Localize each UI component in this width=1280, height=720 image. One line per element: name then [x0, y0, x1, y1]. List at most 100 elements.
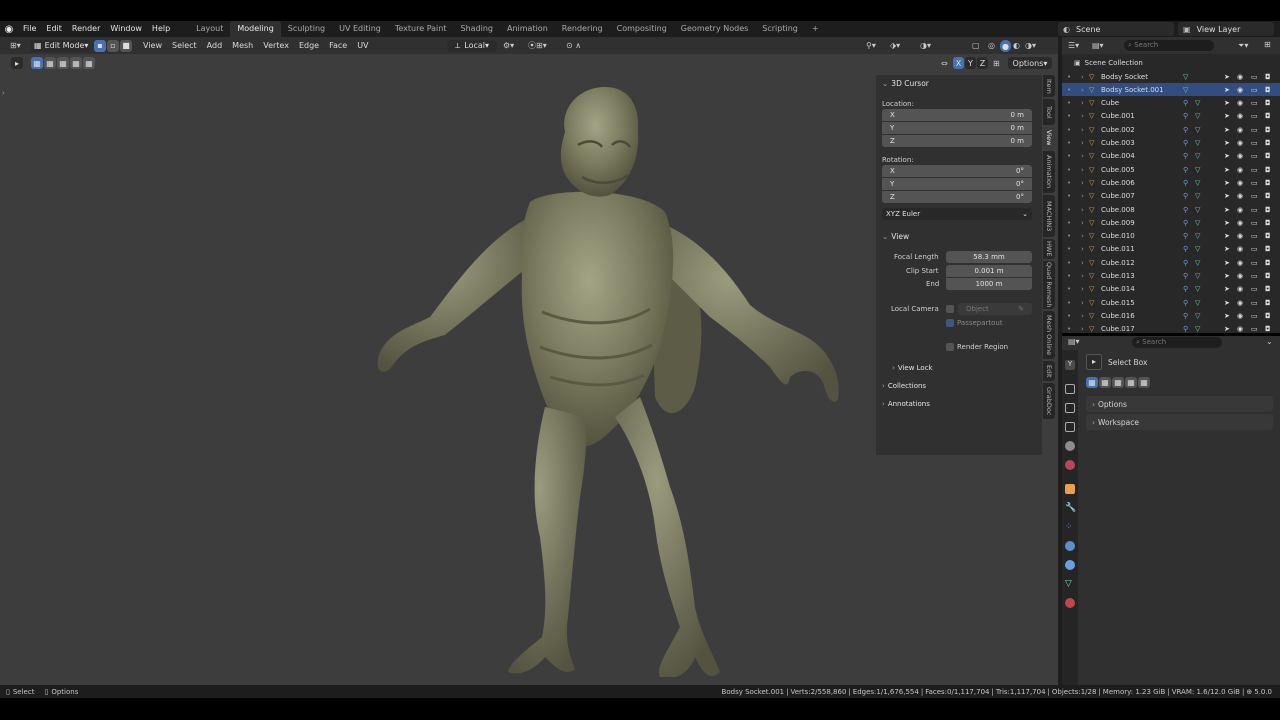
- mirror-icon[interactable]: ⇔: [941, 59, 948, 68]
- options-dropdown[interactable]: Options ▾: [1008, 57, 1052, 69]
- render-region-checkbox[interactable]: [946, 343, 954, 351]
- cursor-section-header[interactable]: ⌄ 3D Cursor: [882, 79, 929, 88]
- rendered-shading-icon[interactable]: ◑▾: [1025, 41, 1036, 50]
- outliner-item[interactable]: • › ▽ Cube.007 ⚲ ▽ ➤ ◉ ▭ ◘: [1062, 190, 1280, 203]
- eye-icon[interactable]: ◉: [1237, 86, 1243, 94]
- expand-arrow-icon[interactable]: ›: [1081, 299, 1089, 307]
- expand-arrow-icon[interactable]: ›: [1081, 206, 1089, 214]
- select-arrow-icon[interactable]: ➤: [1224, 206, 1230, 214]
- viewport-icon[interactable]: ▭: [1251, 112, 1258, 120]
- focal-length-field[interactable]: 58.3 mm: [946, 251, 1032, 263]
- viewport-icon[interactable]: ▭: [1251, 99, 1258, 107]
- sidebar-tab-tool[interactable]: Tool: [1043, 99, 1055, 125]
- snap-icon[interactable]: ⚙▾: [503, 41, 514, 50]
- eye-icon[interactable]: ◉: [1237, 179, 1243, 187]
- world-tab-icon[interactable]: [1065, 460, 1075, 470]
- outliner-item[interactable]: • › ▽ Cube.016 ⚲ ▽ ➤ ◉ ▭ ◘: [1062, 309, 1280, 322]
- expand-arrow-icon[interactable]: ›: [1081, 192, 1089, 200]
- eye-icon[interactable]: ◉: [1237, 259, 1243, 267]
- expand-arrow-icon[interactable]: ›: [1081, 219, 1089, 227]
- local-camera-checkbox[interactable]: [946, 305, 954, 313]
- mode-selector[interactable]: ▦ Edit Mode ▾: [30, 39, 90, 52]
- select-mode-subtract-icon[interactable]: ▦: [57, 57, 69, 69]
- scene-selector[interactable]: ◐ Scene: [1058, 22, 1174, 36]
- viewport-icon[interactable]: ▭: [1251, 152, 1258, 160]
- sidebar-tab-hwe[interactable]: HWE: [1043, 239, 1055, 259]
- select-arrow-icon[interactable]: ➤: [1224, 259, 1230, 267]
- select-arrow-icon[interactable]: ➤: [1224, 73, 1230, 81]
- sidebar-tab-grabdoc[interactable]: GrabDoc: [1043, 383, 1055, 419]
- select-arrow-icon[interactable]: ➤: [1224, 179, 1230, 187]
- camera-icon[interactable]: ◘: [1265, 245, 1271, 253]
- editor-type-icon[interactable]: ▤▾: [1068, 337, 1080, 346]
- object-picker-field[interactable]: Object ✎: [958, 303, 1032, 315]
- sidebar-tab-animation[interactable]: Animation: [1043, 151, 1055, 193]
- outliner-item[interactable]: • › ▽ Cube.013 ⚲ ▽ ➤ ◉ ▭ ◘: [1062, 270, 1280, 283]
- sidebar-tab-machin3[interactable]: MACHIN3: [1043, 195, 1055, 237]
- tab-scripting[interactable]: Scripting: [755, 21, 805, 37]
- sidebar-tab-view[interactable]: View: [1043, 127, 1055, 149]
- viewport-icon[interactable]: ▭: [1251, 139, 1258, 147]
- outliner-item[interactable]: • › ▽ Cube.001 ⚲ ▽ ➤ ◉ ▭ ◘: [1062, 110, 1280, 123]
- camera-icon[interactable]: ◘: [1265, 99, 1271, 107]
- new-collection-icon[interactable]: ⊞: [1264, 40, 1271, 49]
- expand-arrow-icon[interactable]: ›: [1081, 112, 1089, 120]
- rotation-x-field[interactable]: X 0°: [882, 165, 1032, 177]
- render-tab-icon[interactable]: [1065, 384, 1075, 394]
- camera-icon[interactable]: ◘: [1265, 139, 1271, 147]
- select-subtract-icon[interactable]: ▦: [1112, 377, 1124, 388]
- annotations-section-header[interactable]: › Annotations: [882, 400, 930, 408]
- wireframe-shading-icon[interactable]: ◎: [988, 41, 995, 50]
- pivot-selector[interactable]: ⟂ Local ▾: [447, 39, 497, 52]
- select-arrow-icon[interactable]: ➤: [1224, 99, 1230, 107]
- object-tab-icon[interactable]: [1065, 484, 1075, 494]
- select-new-icon[interactable]: ▦: [1086, 377, 1098, 388]
- location-y-field[interactable]: Y0 m: [882, 122, 1032, 134]
- camera-icon[interactable]: ◘: [1265, 312, 1271, 320]
- select-arrow-icon[interactable]: ➤: [1224, 245, 1230, 253]
- tab-layout[interactable]: Layout: [189, 21, 230, 37]
- viewport-icon[interactable]: ▭: [1251, 206, 1258, 214]
- axis-z-button[interactable]: Z: [977, 57, 988, 69]
- outliner-item[interactable]: • › ▽ Cube.008 ⚲ ▽ ➤ ◉ ▭ ◘: [1062, 203, 1280, 216]
- viewport-menu-add[interactable]: Add: [202, 37, 228, 54]
- expand-arrow-icon[interactable]: ›: [1081, 126, 1089, 134]
- viewport-3d[interactable]: ⊞▾ ▦ Edit Mode ▾ ▪ ▫ ■ View Select Add Mesh V…: [0, 37, 1058, 685]
- eye-icon[interactable]: ◉: [1237, 312, 1243, 320]
- tab-animation[interactable]: Animation: [500, 21, 555, 37]
- select-tool-icon[interactable]: ▸: [11, 57, 23, 69]
- select-arrow-icon[interactable]: ➤: [1224, 312, 1230, 320]
- outliner-item[interactable]: • › ▽ Cube.006 ⚲ ▽ ➤ ◉ ▭ ◘: [1062, 176, 1280, 189]
- eye-icon[interactable]: ◉: [1237, 112, 1243, 120]
- select-arrow-icon[interactable]: ➤: [1224, 325, 1230, 333]
- expand-arrow-icon[interactable]: ›: [1081, 179, 1089, 187]
- overlays-dropdown-icon[interactable]: ◑▾: [920, 41, 931, 50]
- blender-logo-icon[interactable]: ◉: [0, 24, 18, 35]
- select-arrow-icon[interactable]: ➤: [1224, 112, 1230, 120]
- tab-modeling[interactable]: Modeling: [230, 21, 281, 37]
- eye-icon[interactable]: ◉: [1237, 285, 1243, 293]
- eye-icon[interactable]: ◉: [1237, 99, 1243, 107]
- viewport-icon[interactable]: ▭: [1251, 73, 1258, 81]
- select-arrow-icon[interactable]: ➤: [1224, 272, 1230, 280]
- camera-icon[interactable]: ◘: [1265, 259, 1271, 267]
- gizmo-toggle-icon[interactable]: ⚲▾: [866, 41, 876, 50]
- outliner-item[interactable]: • › ▽ Cube ⚲ ▽ ➤ ◉ ▭ ◘: [1062, 97, 1280, 110]
- tool-tab-icon[interactable]: Y: [1065, 360, 1075, 370]
- viewport-icon[interactable]: ▭: [1251, 285, 1258, 293]
- expand-arrow-icon[interactable]: ›: [1081, 86, 1089, 94]
- constraints-tab-icon[interactable]: [1065, 560, 1075, 570]
- axis-x-button[interactable]: X: [953, 57, 964, 69]
- physics-tab-icon[interactable]: [1065, 541, 1075, 551]
- outliner-search[interactable]: ⌕ Search: [1124, 40, 1214, 51]
- passepartout-checkbox[interactable]: [946, 319, 954, 327]
- camera-icon[interactable]: ◘: [1265, 299, 1271, 307]
- select-arrow-icon[interactable]: ➤: [1224, 232, 1230, 240]
- select-mode-extend-icon[interactable]: ▦: [44, 57, 56, 69]
- camera-icon[interactable]: ◘: [1265, 232, 1271, 240]
- viewport-icon[interactable]: ▭: [1251, 272, 1258, 280]
- outliner-item[interactable]: • › ▽ Cube.012 ⚲ ▽ ➤ ◉ ▭ ◘: [1062, 256, 1280, 269]
- viewport-menu-edge[interactable]: Edge: [294, 37, 324, 54]
- output-tab-icon[interactable]: [1065, 403, 1075, 413]
- camera-icon[interactable]: ◘: [1265, 325, 1271, 333]
